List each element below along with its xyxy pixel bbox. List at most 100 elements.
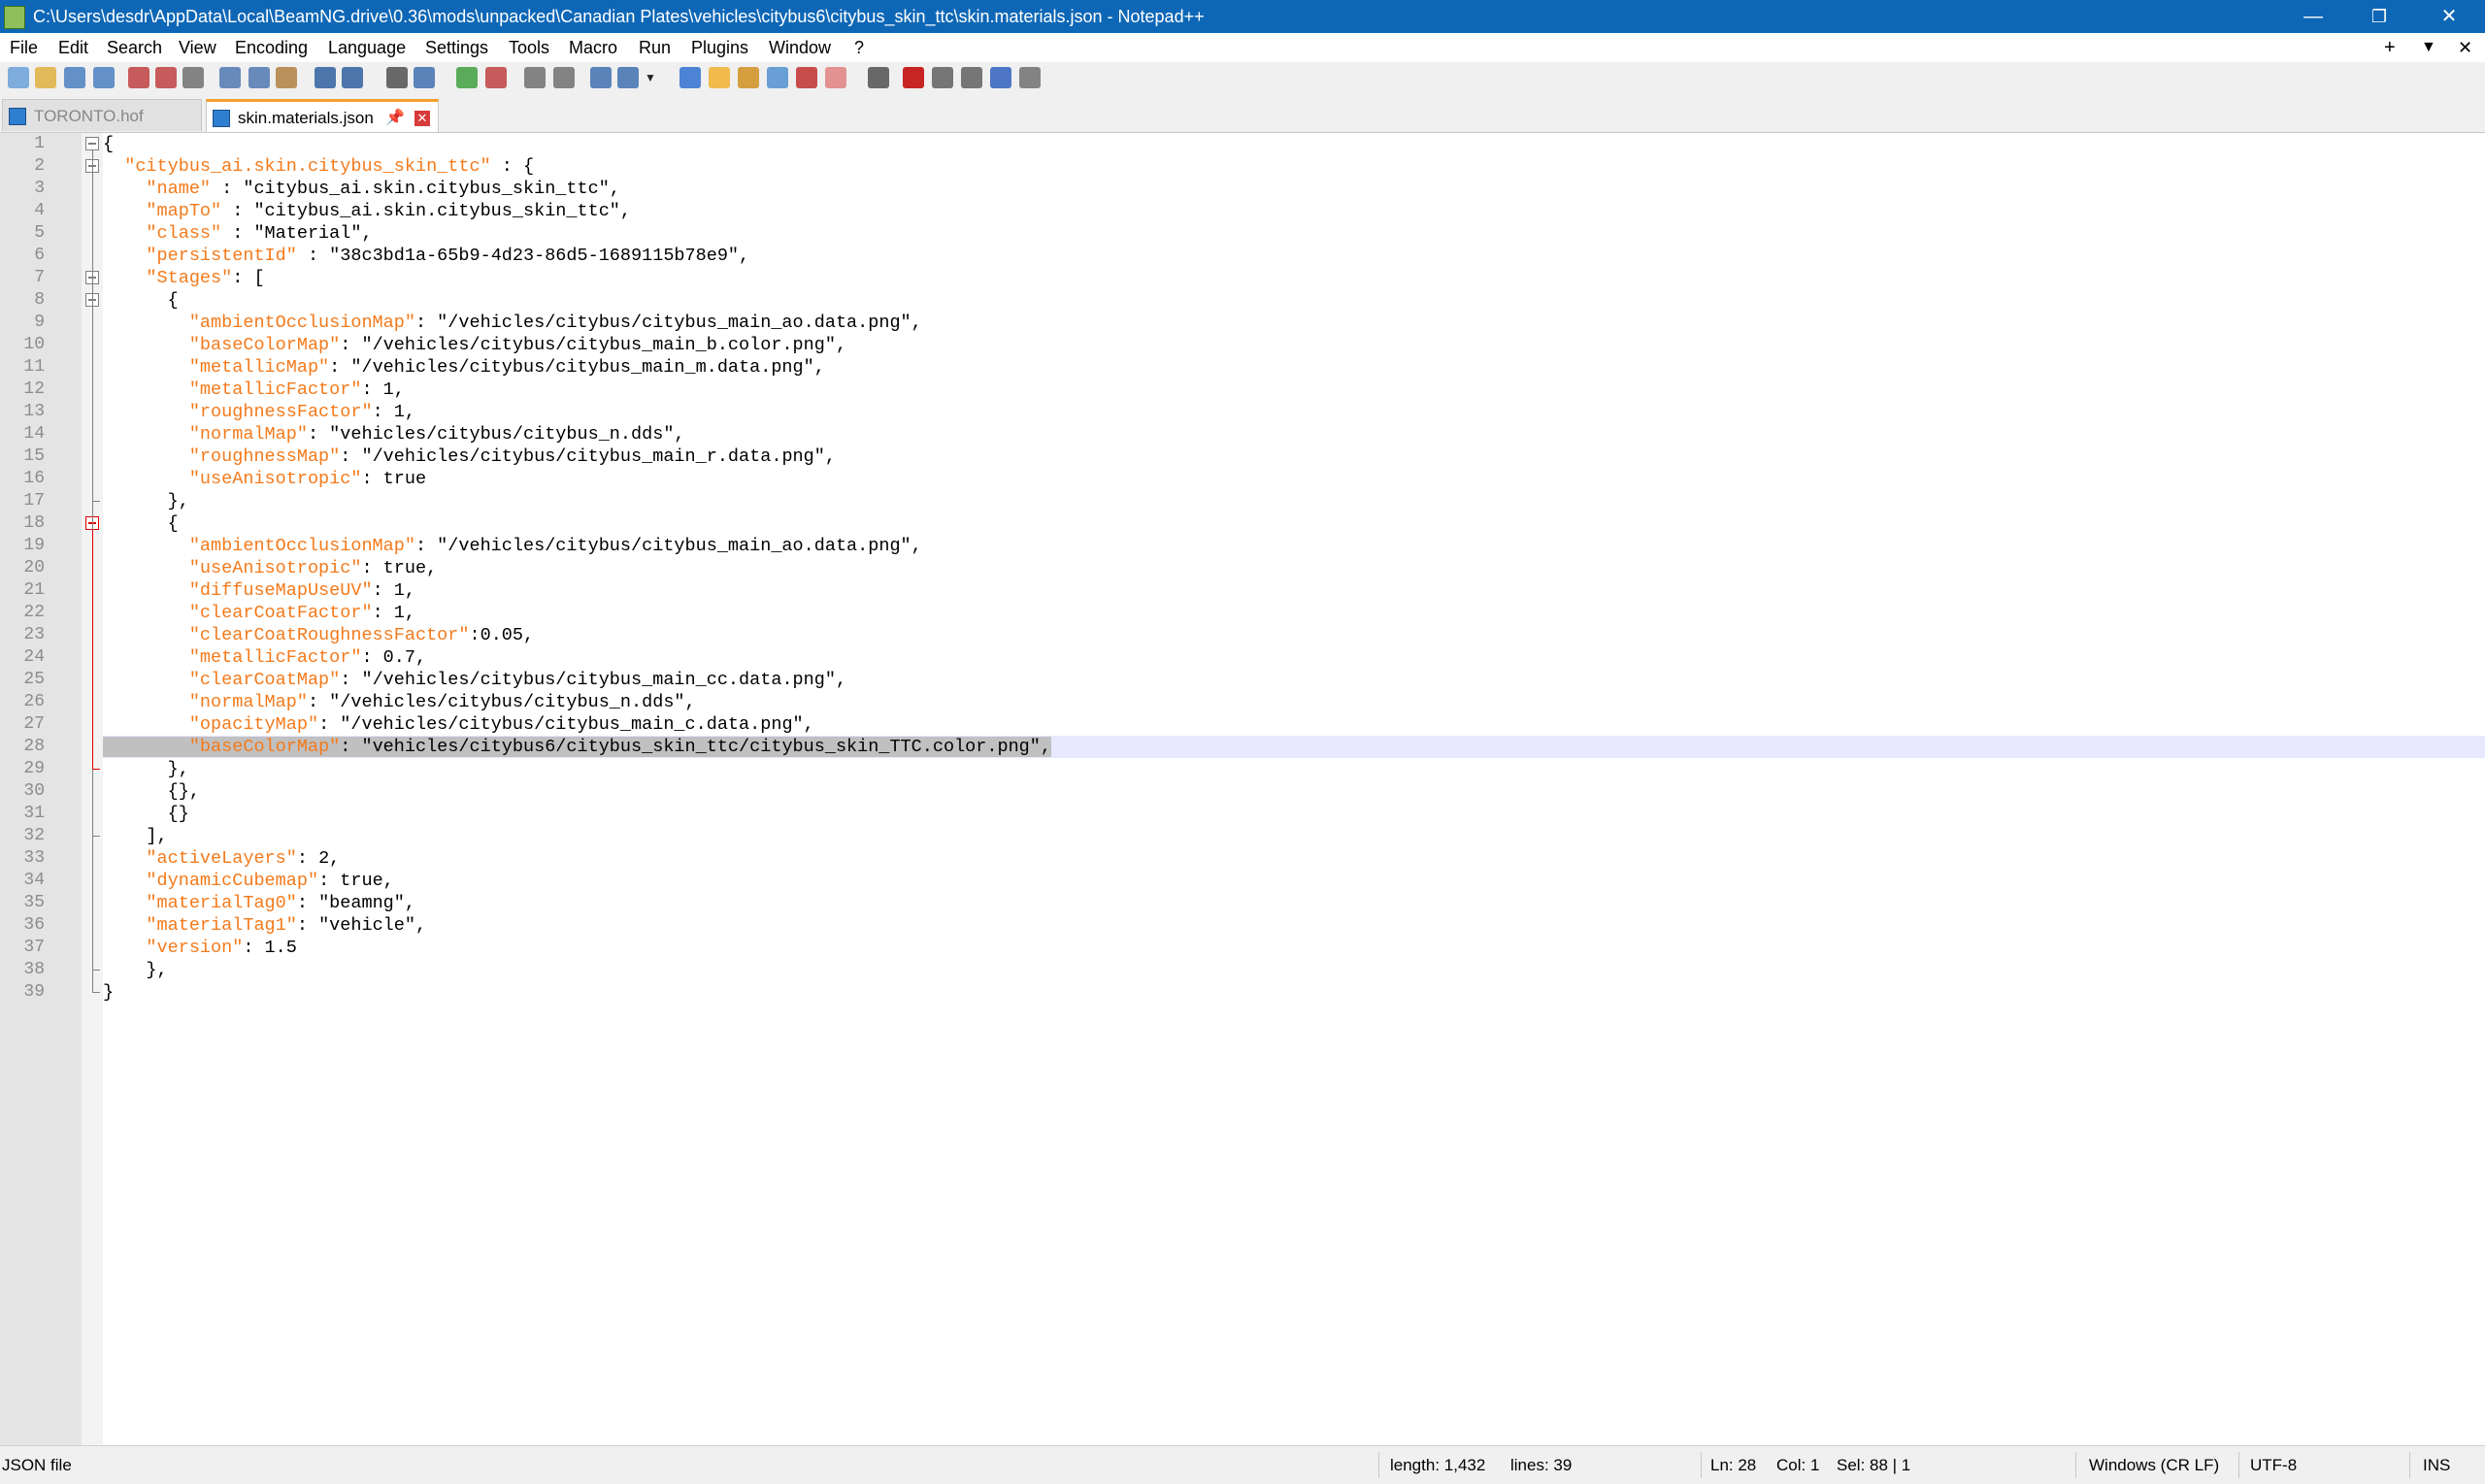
code-line[interactable]: "diffuseMapUseUV": 1, (103, 579, 2485, 602)
code-text-area[interactable]: { "citybus_ai.skin.citybus_skin_ttc" : {… (103, 133, 2485, 1445)
code-line[interactable]: } (103, 981, 2485, 1004)
close-icon[interactable] (128, 67, 149, 88)
close-tab-icon[interactable]: ✕ (414, 111, 430, 126)
sync-h-icon[interactable] (553, 67, 575, 88)
open-file-icon[interactable] (35, 67, 56, 88)
code-line[interactable]: }, (103, 758, 2485, 780)
copy-icon[interactable] (248, 67, 270, 88)
code-line[interactable]: "opacityMap": "/vehicles/citybus/citybus… (103, 713, 2485, 736)
code-line[interactable]: }, (103, 490, 2485, 512)
code-line[interactable]: {} (103, 803, 2485, 825)
code-line[interactable]: { (103, 133, 2485, 155)
code-line[interactable]: "persistentId" : "38c3bd1a-65b9-4d23-86d… (103, 245, 2485, 267)
menu-run[interactable]: Run (639, 33, 671, 62)
code-line[interactable]: "name" : "citybus_ai.skin.citybus_skin_t… (103, 178, 2485, 200)
code-line[interactable]: "mapTo" : "citybus_ai.skin.citybus_skin_… (103, 200, 2485, 222)
code-line[interactable]: "baseColorMap": "/vehicles/citybus/cityb… (103, 334, 2485, 356)
show-all-chars-icon[interactable] (617, 67, 639, 88)
code-line[interactable]: { (103, 289, 2485, 312)
stop-macro-icon[interactable] (932, 67, 953, 88)
menu-tools[interactable]: Tools (509, 33, 549, 62)
folder-workspace-icon[interactable] (767, 67, 788, 88)
code-line[interactable]: "Stages": [ (103, 267, 2485, 289)
menu-encoding[interactable]: Encoding (235, 33, 308, 62)
tab-toronto-hof[interactable]: TORONTO.hof (2, 99, 202, 131)
code-line[interactable]: "clearCoatMap": "/vehicles/citybus/cityb… (103, 669, 2485, 691)
close-window-button[interactable]: ✕ (2417, 0, 2481, 33)
pin-icon[interactable]: 📌 (385, 102, 405, 135)
word-wrap-icon[interactable] (590, 67, 612, 88)
menu-window[interactable]: Window (769, 33, 831, 62)
menu-file[interactable]: File (10, 33, 38, 62)
editor-area[interactable]: 1 2 3 4 5 6 7 8 9 10 11 12 13 14 15 16 17 18 19 20 21 22 23 24 2… (0, 133, 2485, 1445)
menu-edit[interactable]: Edit (58, 33, 88, 62)
sync-v-icon[interactable] (524, 67, 546, 88)
code-line[interactable]: "materialTag1": "vehicle", (103, 914, 2485, 937)
code-line[interactable]: }, (103, 959, 2485, 981)
code-line[interactable]: "clearCoatRoughnessFactor":0.05, (103, 624, 2485, 646)
restore-button[interactable]: ❐ (2347, 0, 2411, 33)
run-macro-multiple-icon[interactable] (990, 67, 1011, 88)
zoom-in-icon[interactable] (456, 67, 478, 88)
close-all-icon[interactable] (155, 67, 177, 88)
print-icon[interactable] (182, 67, 204, 88)
code-line[interactable]: "metallicFactor": 0.7, (103, 646, 2485, 669)
replace-icon[interactable] (414, 67, 435, 88)
code-line[interactable]: "materialTag0": "beamng", (103, 892, 2485, 914)
status-encoding[interactable]: UTF-8 (2250, 1446, 2297, 1484)
menu-plugins[interactable]: Plugins (691, 33, 748, 62)
undo-icon[interactable] (315, 67, 336, 88)
dropdown-icon[interactable]: ▼ (645, 67, 656, 88)
record-macro-icon[interactable] (903, 67, 924, 88)
code-line[interactable]: "useAnisotropic": true (103, 468, 2485, 490)
find-icon[interactable] (386, 67, 408, 88)
close-document-icon[interactable]: ✕ (2458, 33, 2472, 62)
code-line[interactable]: "dynamicCubemap": true, (103, 870, 2485, 892)
code-line[interactable]: "useAnisotropic": true, (103, 557, 2485, 579)
user-lang-icon[interactable] (825, 67, 846, 88)
menu-view[interactable]: View (179, 33, 216, 62)
code-line[interactable]: "metallicFactor": 1, (103, 379, 2485, 401)
doc-map-icon[interactable] (709, 67, 730, 88)
monitoring-icon[interactable] (796, 67, 817, 88)
code-line[interactable]: "roughnessFactor": 1, (103, 401, 2485, 423)
code-line[interactable]: { (103, 512, 2485, 535)
code-line[interactable]: "normalMap": "/vehicles/citybus/citybus_… (103, 691, 2485, 713)
new-tab-plus-icon[interactable]: + (2384, 33, 2396, 62)
tab-skin-materials-json[interactable]: skin.materials.json 📌 ✕ (206, 99, 439, 132)
menu-settings[interactable]: Settings (425, 33, 488, 62)
code-line[interactable]: "metallicMap": "/vehicles/citybus/citybu… (103, 356, 2485, 379)
code-line[interactable]: "activeLayers": 2, (103, 847, 2485, 870)
paste-icon[interactable] (276, 67, 297, 88)
code-line[interactable]: "baseColorMap": "vehicles/citybus6/cityb… (103, 736, 2485, 758)
code-line[interactable]: "version": 1.5 (103, 937, 2485, 959)
eye-icon[interactable] (868, 67, 889, 88)
menu-search[interactable]: Search (107, 33, 162, 62)
fold-toggle-icon[interactable] (85, 137, 99, 150)
redo-icon[interactable] (342, 67, 363, 88)
indent-guide-icon[interactable] (679, 67, 701, 88)
menu-language[interactable]: Language (328, 33, 406, 62)
code-line[interactable]: "ambientOcclusionMap": "/vehicles/citybu… (103, 535, 2485, 557)
zoom-out-icon[interactable] (485, 67, 507, 88)
code-line[interactable]: "citybus_ai.skin.citybus_skin_ttc" : { (103, 155, 2485, 178)
code-line[interactable]: "ambientOcclusionMap": "/vehicles/citybu… (103, 312, 2485, 334)
function-list-icon[interactable] (738, 67, 759, 88)
menu-macro[interactable]: Macro (569, 33, 617, 62)
menu-help[interactable]: ? (854, 33, 864, 62)
minimize-button[interactable]: — (2281, 0, 2345, 33)
save-all-icon[interactable] (93, 67, 115, 88)
save-icon[interactable] (64, 67, 85, 88)
code-line[interactable]: "normalMap": "vehicles/citybus/citybus_n… (103, 423, 2485, 445)
code-line[interactable]: ], (103, 825, 2485, 847)
play-macro-icon[interactable] (961, 67, 982, 88)
tab-list-dropdown-icon[interactable]: ▼ (2421, 33, 2436, 62)
code-line[interactable]: "class" : "Material", (103, 222, 2485, 245)
save-macro-icon[interactable] (1019, 67, 1041, 88)
code-line[interactable]: {}, (103, 780, 2485, 803)
code-line[interactable]: "roughnessMap": "/vehicles/citybus/cityb… (103, 445, 2485, 468)
code-line[interactable]: "clearCoatFactor": 1, (103, 602, 2485, 624)
cut-icon[interactable] (219, 67, 241, 88)
new-file-icon[interactable] (8, 67, 29, 88)
status-eol[interactable]: Windows (CR LF) (2089, 1446, 2219, 1484)
